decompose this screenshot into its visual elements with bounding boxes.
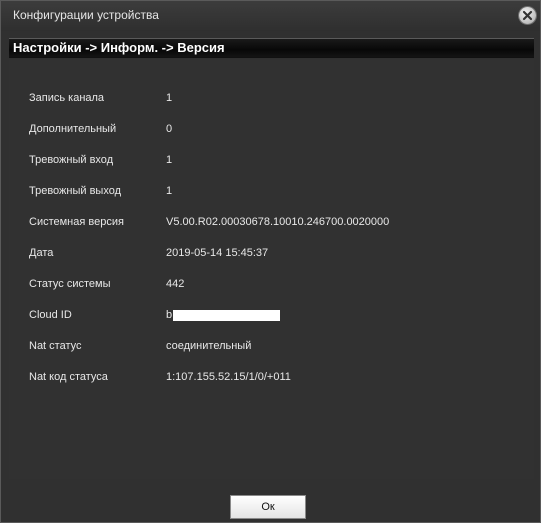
info-value: 1:107.155.52.15/1/0/+011 [166,371,291,383]
info-row-alarm-out: Тревожный выход 1 [9,181,534,201]
breadcrumb-bar: Настройки -> Информ. -> Версия [9,38,534,58]
info-label: Cloud ID [29,309,72,321]
info-label: Тревожный выход [29,185,122,197]
info-row-date: Дата 2019-05-14 15:45:37 [9,243,534,263]
close-icon[interactable] [519,7,536,24]
info-row-nat-status: Nat статус соединительный [9,336,534,356]
info-label: Дополнительный [29,123,117,135]
info-row-nat-code: Nat код статуса 1:107.155.52.15/1/0/+011 [9,367,534,387]
info-value: 1 [166,92,173,104]
info-label: Запись канала [29,92,105,104]
title-bar[interactable]: Конфигурации устройства [1,1,540,31]
info-label: Тревожный вход [29,154,114,166]
version-info-panel: Запись канала 1 Дополнительный 0 Тревожн… [9,59,534,479]
device-config-dialog: Конфигурации устройства Настройки -> Инф… [0,0,541,523]
info-value: b [166,309,173,321]
info-value: 442 [166,278,185,290]
info-value: 0 [166,123,173,135]
info-value: соединительный [166,340,252,352]
info-value: 1 [166,154,173,166]
dialog-footer: Ок [1,481,540,522]
info-row-channel-record: Запись канала 1 [9,88,534,108]
close-x-glyph [522,10,533,21]
info-value: 1 [166,185,173,197]
info-label: Статус системы [29,278,111,290]
info-label: Дата [29,247,54,259]
ok-button[interactable]: Ок [230,495,306,519]
info-row-system-version: Системная версия V5.00.R02.00030678.1001… [9,212,534,232]
info-label: Nat код статуса [29,371,108,383]
info-row-system-status: Статус системы 442 [9,274,534,294]
window-title: Конфигурации устройства [13,8,159,22]
info-label: Системная версия [29,216,124,228]
redaction-bar [173,310,280,321]
info-row-cloud-id: Cloud ID b [9,305,534,325]
info-value: V5.00.R02.00030678.10010.246700.0020000 [166,216,390,228]
breadcrumb: Настройки -> Информ. -> Версия [13,40,225,55]
info-label: Nat статус [29,340,82,352]
info-value: 2019-05-14 15:45:37 [166,247,269,259]
info-row-extra: Дополнительный 0 [9,119,534,139]
cloud-id-value: b [166,305,280,325]
info-row-alarm-in: Тревожный вход 1 [9,150,534,170]
